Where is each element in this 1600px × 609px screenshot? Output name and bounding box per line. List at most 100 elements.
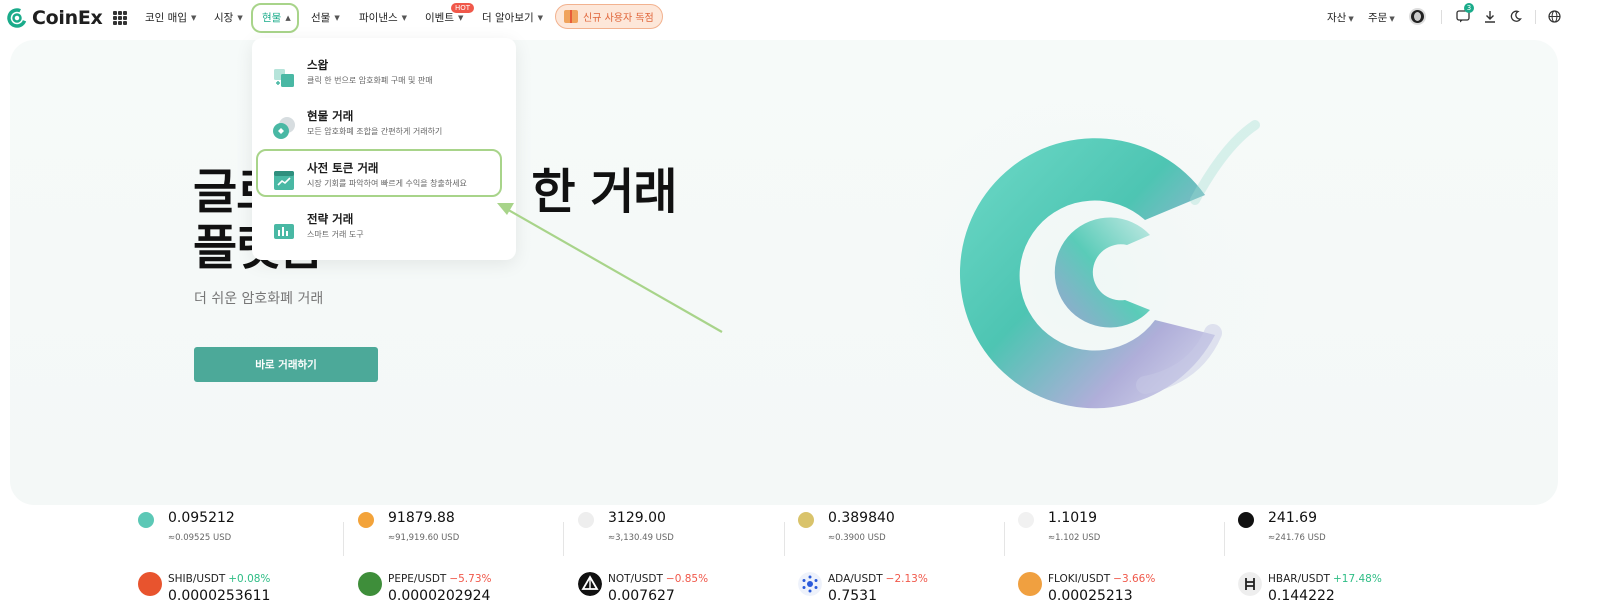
ticker-item[interactable]: 3129.00 ≈3,130.49 USD NOT/USDT −0.85% 0.0… xyxy=(578,508,788,609)
ticker-price: 91879.88 xyxy=(388,510,455,526)
divider xyxy=(1004,522,1005,556)
ticker-change: +0.08% xyxy=(228,573,271,585)
shib-coin-icon xyxy=(138,572,162,596)
ticker-pair: NOT/USDT −0.85% xyxy=(608,573,708,585)
trade-now-button[interactable]: 바로 거래하기 xyxy=(194,347,378,382)
coin-icon xyxy=(1018,512,1034,528)
ticker-usd-value: ≈241.76 USD xyxy=(1268,533,1326,543)
strategy-trading-icon xyxy=(274,224,294,239)
nav-finance[interactable]: 파이낸스 ▼ xyxy=(359,10,407,25)
chevron-down-icon: ▼ xyxy=(401,13,408,22)
new-user-promo-button[interactable]: 신규 사용자 독점 xyxy=(555,4,663,29)
ticker-change: +17.48% xyxy=(1332,573,1382,585)
notification-count-badge: 3 xyxy=(1464,3,1474,13)
nav-more[interactable]: 더 알아보기 ▼ xyxy=(482,10,543,25)
ticker-item[interactable]: 241.69 ≈241.76 USD HBAR/USDT +17.48% 0.14… xyxy=(1238,508,1448,609)
coin-icon xyxy=(798,512,814,528)
menu-item-strategy-trading-title: 전략 거래 xyxy=(307,212,354,226)
nav-more-label: 더 알아보기 xyxy=(482,12,534,24)
ticker-pair-price: 0.144222 xyxy=(1268,588,1335,604)
chevron-up-icon: ▲ xyxy=(285,13,291,22)
nav-orders[interactable]: 주문 ▼ xyxy=(1368,10,1395,25)
market-ticker: 0.095212 ≈0.09525 USD SHIB/USDT +0.08% 0.… xyxy=(0,508,1600,609)
divider xyxy=(784,522,785,556)
nav-assets-label: 자산 xyxy=(1327,12,1347,24)
ticker-pair-price: 0.7531 xyxy=(828,588,877,604)
ticker-change: −0.85% xyxy=(665,573,709,585)
ticker-usd-value: ≈0.09525 USD xyxy=(168,533,232,543)
ticker-item[interactable]: 91879.88 ≈91,919.60 USD PEPE/USDT −5.73% … xyxy=(358,508,568,609)
ticker-item[interactable]: 0.389840 ≈0.3900 USD ADA/USDT −2.13% 0.75… xyxy=(798,508,1008,609)
ticker-pair: PEPE/USDT −5.73% xyxy=(388,573,491,585)
divider xyxy=(343,522,344,556)
divider xyxy=(563,522,564,556)
nav-futures-label: 선물 xyxy=(311,12,331,24)
ticker-usd-value: ≈91,919.60 USD xyxy=(388,533,460,543)
chevron-down-icon: ▼ xyxy=(1389,15,1395,23)
ticker-pair-label: PEPE/USDT xyxy=(388,573,447,585)
nav-finance-label: 파이낸스 xyxy=(359,12,398,24)
ticker-price: 3129.00 xyxy=(608,510,666,526)
dark-mode-moon-icon[interactable] xyxy=(1510,10,1522,23)
nav-markets[interactable]: 시장 ▼ xyxy=(214,10,243,25)
ticker-pair-label: FLOKI/USDT xyxy=(1048,573,1111,585)
ticker-usd-value: ≈0.3900 USD xyxy=(828,533,886,543)
ticker-item[interactable]: 0.095212 ≈0.09525 USD SHIB/USDT +0.08% 0.… xyxy=(138,508,348,609)
ticker-pair-price: 0.0000202924 xyxy=(388,588,491,604)
coin-icon xyxy=(358,512,374,528)
menu-item-strategy-trading-desc: 스마트 거래 도구 xyxy=(307,230,364,239)
nav-futures[interactable]: 선물 ▼ xyxy=(311,10,340,25)
nav-spot-label: 현물 xyxy=(262,12,282,24)
nav-buy-crypto[interactable]: 코인 매입 ▼ xyxy=(145,10,196,25)
ticker-pair-label: NOT/USDT xyxy=(608,573,663,585)
pre-token-highlight-ring xyxy=(256,149,502,197)
ada-coin-icon xyxy=(798,572,822,596)
nav-orders-label: 주문 xyxy=(1368,12,1388,24)
coinex-logo-icon xyxy=(7,8,27,28)
spot-trading-icon xyxy=(273,117,295,139)
globe-language-icon[interactable] xyxy=(1548,10,1561,23)
nav-assets[interactable]: 자산 ▼ xyxy=(1327,10,1354,25)
chevron-down-icon: ▼ xyxy=(1348,15,1354,23)
chevron-down-icon: ▼ xyxy=(237,13,243,22)
hot-badge: HOT xyxy=(451,3,475,13)
menu-item-spot-trading[interactable]: 현물 거래 모든 암호화폐 조합을 간편하게 거래하기 xyxy=(272,108,502,148)
not-coin-icon xyxy=(578,572,602,596)
chevron-down-icon: ▼ xyxy=(457,13,464,22)
menu-item-swap[interactable]: 스왑 클릭 한 번으로 암호화폐 구매 및 판매 xyxy=(272,57,502,97)
ticker-change: −2.13% xyxy=(885,573,928,585)
ticker-pair-label: HBAR/USDT xyxy=(1268,573,1330,585)
nav-events-label: 이벤트 xyxy=(425,12,454,24)
hbar-coin-icon xyxy=(1238,572,1262,596)
ticker-item[interactable]: 1.1019 ≈1.102 USD FLOKI/USDT −3.66% 0.000… xyxy=(1018,508,1228,609)
ticker-pair-price: 0.007627 xyxy=(608,588,675,604)
coin-icon xyxy=(138,512,154,528)
nav-spot[interactable]: 현물 ▲ xyxy=(262,10,291,25)
ticker-pair-price: 0.0000253611 xyxy=(168,588,271,604)
ticker-pair: ADA/USDT −2.13% xyxy=(828,573,928,585)
apps-grid-icon[interactable] xyxy=(113,11,127,25)
chevron-down-icon: ▼ xyxy=(537,13,544,22)
menu-item-swap-desc: 클릭 한 번으로 암호화폐 구매 및 판매 xyxy=(307,76,433,85)
brand-name: CoinEx xyxy=(32,7,103,29)
ticker-pair-label: ADA/USDT xyxy=(828,573,883,585)
ticker-pair: HBAR/USDT +17.48% xyxy=(1268,573,1382,585)
coinex-logo[interactable]: CoinEx xyxy=(6,7,103,29)
divider xyxy=(1441,10,1442,24)
ticker-pair: SHIB/USDT +0.08% xyxy=(168,573,270,585)
menu-item-spot-trading-title: 현물 거래 xyxy=(307,109,354,123)
download-icon[interactable] xyxy=(1484,10,1496,23)
ticker-usd-value: ≈1.102 USD xyxy=(1048,533,1101,543)
top-nav: CoinEx 코인 매입 ▼ 시장 ▼ 현물 ▲ 선물 ▼ 파이낸스 ▼ 이벤트 ▼ HOT… xyxy=(0,0,1600,36)
ticker-price: 0.095212 xyxy=(168,510,235,526)
ticker-pair-price: 0.00025213 xyxy=(1048,588,1133,604)
gift-icon xyxy=(564,10,578,23)
ticker-price: 1.1019 xyxy=(1048,510,1097,526)
page: CoinEx 코인 매입 ▼ 시장 ▼ 현물 ▲ 선물 ▼ 파이낸스 ▼ 이벤트 ▼ HOT… xyxy=(0,0,1600,609)
pepe-coin-icon xyxy=(358,572,382,596)
avatar[interactable] xyxy=(1409,8,1426,25)
menu-item-strategy-trading[interactable]: 전략 거래 스마트 거래 도구 xyxy=(272,211,502,251)
menu-item-swap-title: 스왑 xyxy=(307,58,329,72)
floki-coin-icon xyxy=(1018,572,1042,596)
ticker-usd-value: ≈3,130.49 USD xyxy=(608,533,674,543)
